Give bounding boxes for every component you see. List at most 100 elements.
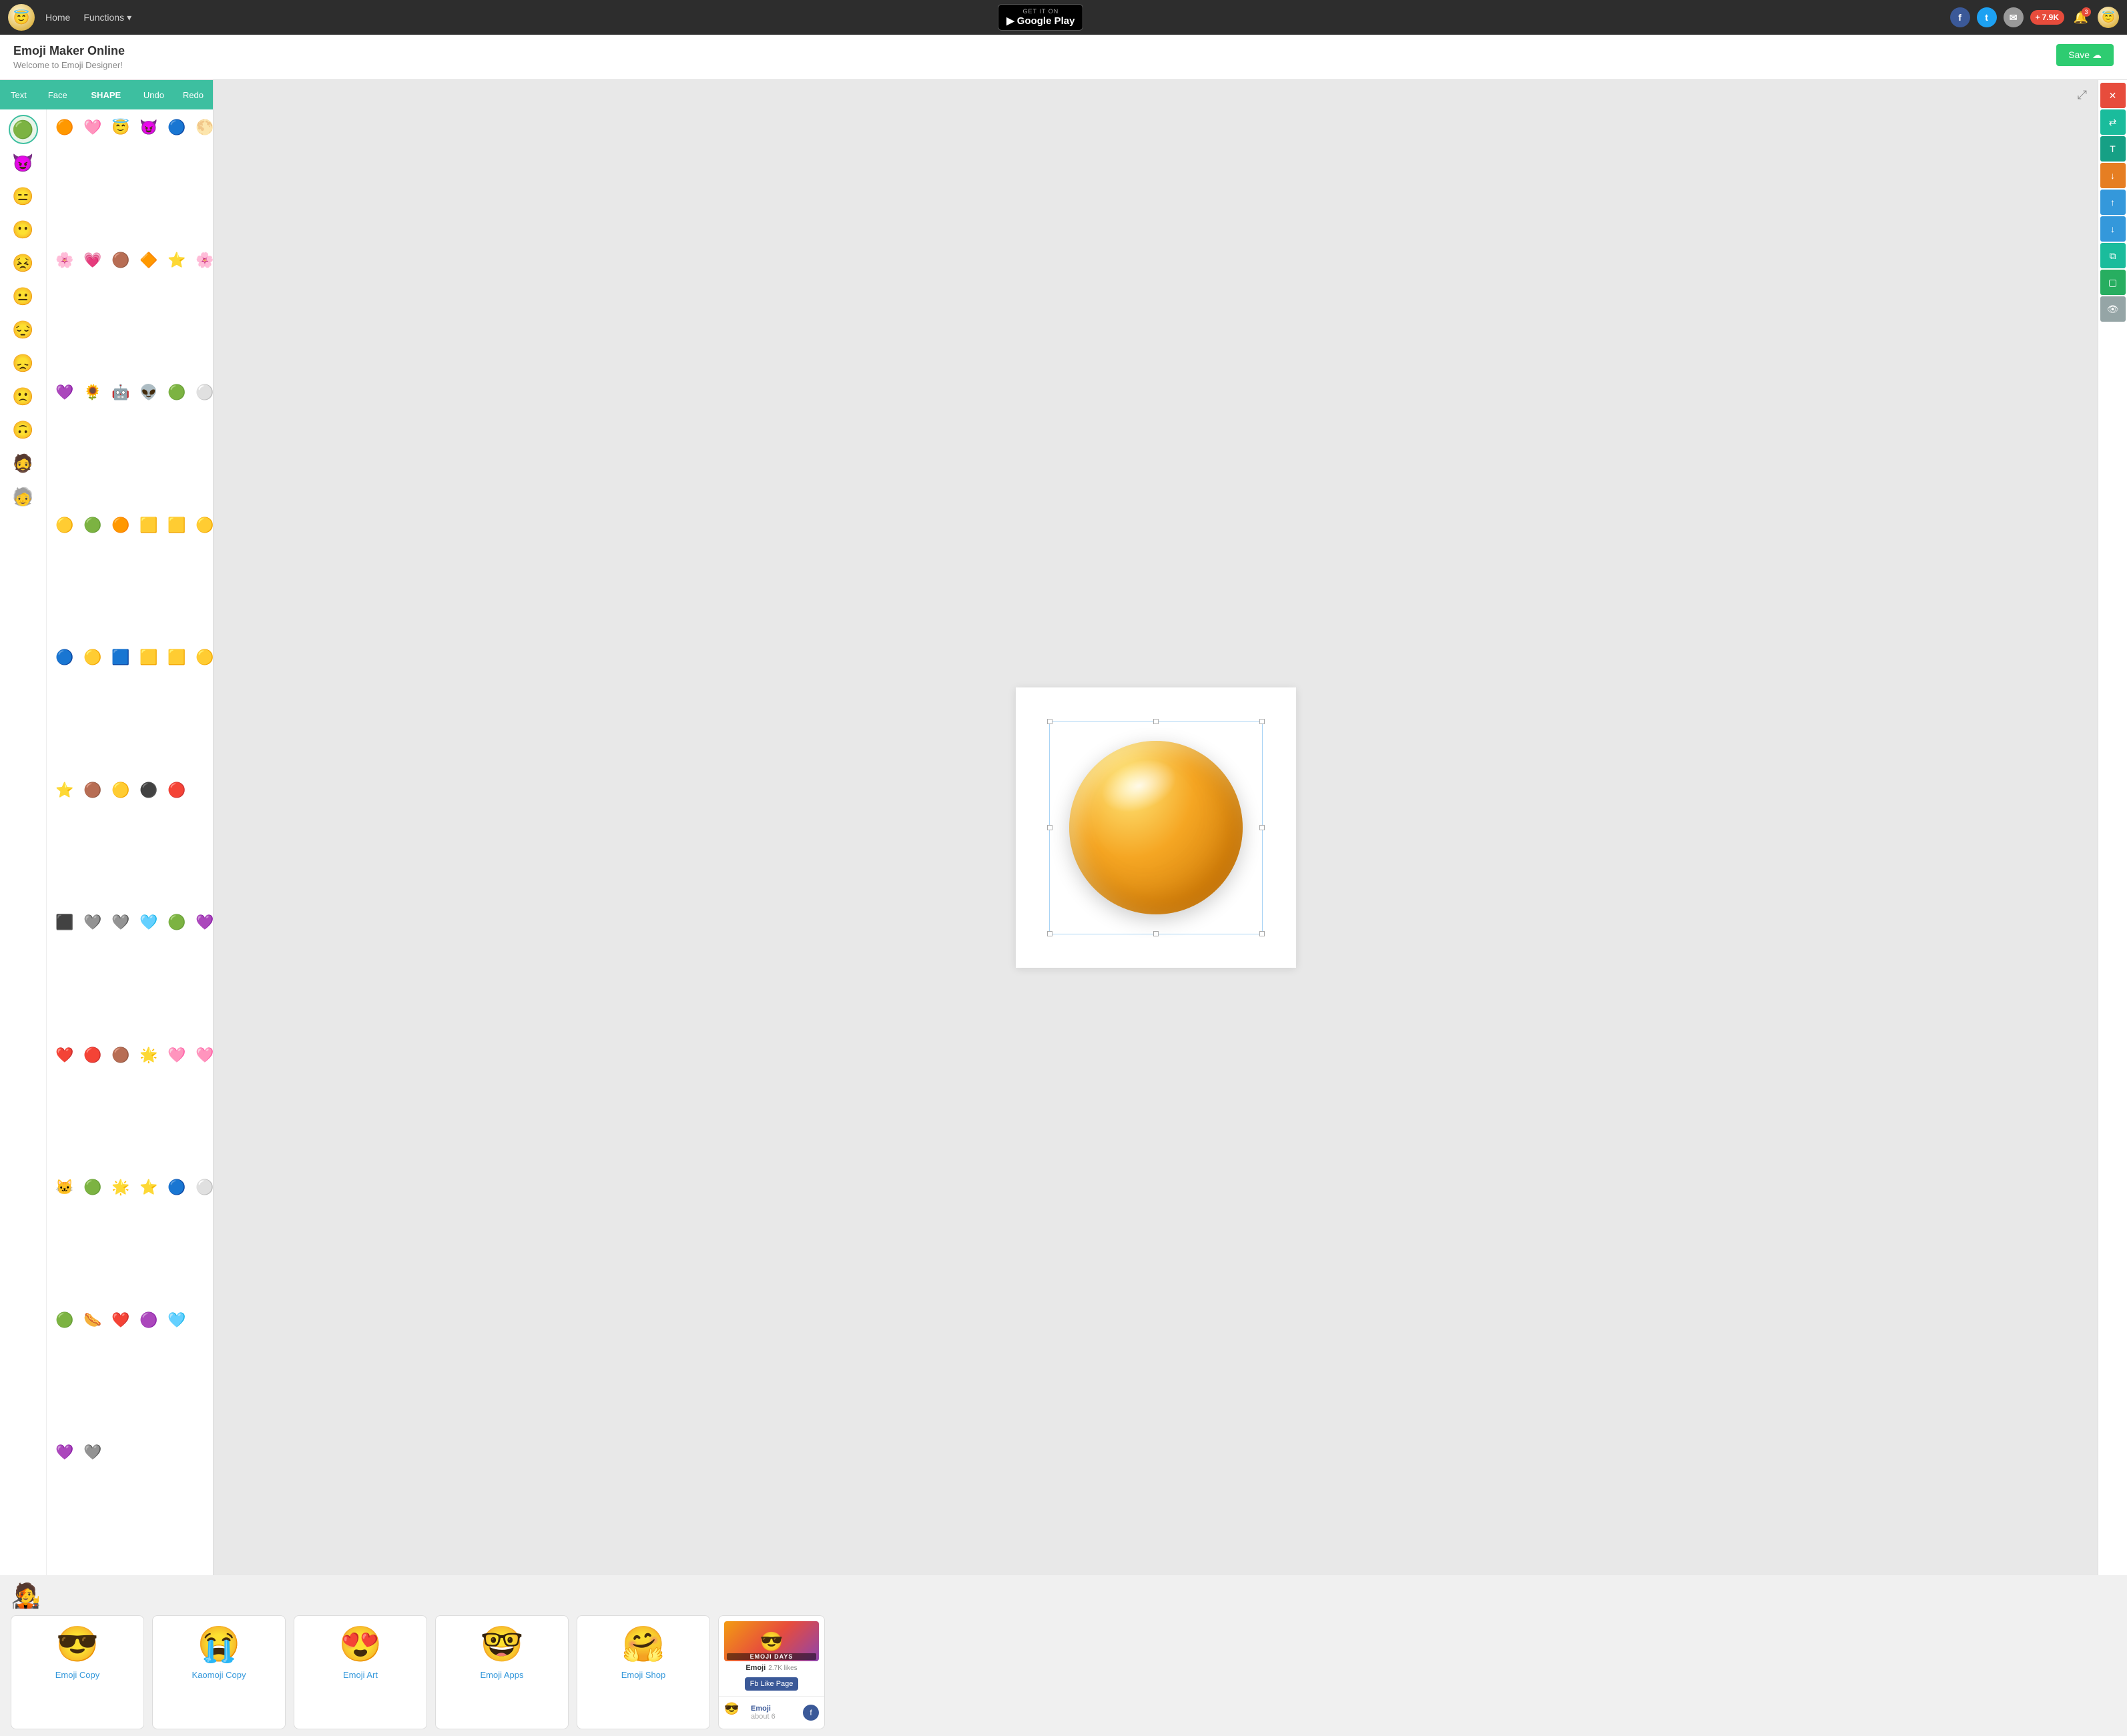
card-emoji-copy[interactable]: 😎 Emoji Copy bbox=[11, 1615, 144, 1729]
shape-item[interactable]: 🟠 bbox=[52, 115, 77, 140]
shape-item[interactable]: ⚪ bbox=[192, 380, 213, 405]
shape-item[interactable]: 🟠 bbox=[108, 513, 133, 538]
shape-item[interactable]: 🟡 bbox=[52, 513, 77, 538]
google-play-badge[interactable]: GET IT ON ▶ Google Play bbox=[998, 4, 1083, 31]
shape-item[interactable] bbox=[192, 1308, 213, 1333]
notifications-button[interactable]: 🔔 3 bbox=[2071, 7, 2091, 27]
facebook-button[interactable]: f bbox=[1950, 7, 1970, 27]
home-link[interactable]: Home bbox=[45, 12, 70, 23]
fb-like-page-button[interactable]: Fb Like Page bbox=[745, 1677, 799, 1691]
shape-item[interactable]: 🟢 bbox=[80, 513, 105, 538]
shape-item[interactable]: ⭐ bbox=[136, 1175, 162, 1200]
face-item[interactable]: 🧓 bbox=[9, 482, 38, 511]
tool-bring-down[interactable]: ↓ bbox=[2100, 163, 2126, 188]
shape-item[interactable]: 🌸 bbox=[52, 248, 77, 273]
shape-item[interactable]: 🟤 bbox=[108, 1043, 133, 1068]
shape-item[interactable]: 🟢 bbox=[164, 380, 190, 405]
shape-item[interactable]: 🟢 bbox=[80, 1175, 105, 1200]
fb-share-button[interactable]: f bbox=[803, 1705, 819, 1721]
shape-item[interactable]: 🤖 bbox=[108, 380, 133, 405]
shape-item[interactable]: 🟡 bbox=[80, 645, 105, 670]
shape-item[interactable]: 🩷 bbox=[192, 1043, 213, 1068]
shape-item[interactable]: 🩶 bbox=[108, 910, 133, 935]
handle-bottom-right[interactable] bbox=[1259, 931, 1265, 936]
face-item[interactable]: 🟢 bbox=[9, 115, 38, 144]
handle-top-mid[interactable] bbox=[1153, 719, 1159, 724]
shape-item[interactable]: 🟨 bbox=[164, 645, 190, 670]
face-item[interactable]: 😣 bbox=[9, 248, 38, 278]
canvas-emoji[interactable] bbox=[1069, 741, 1243, 914]
face-item[interactable]: 😐 bbox=[9, 282, 38, 311]
shape-item[interactable]: 🩵 bbox=[164, 1308, 190, 1333]
tab-undo[interactable]: Undo bbox=[134, 82, 174, 108]
shape-item[interactable]: 🩷 bbox=[80, 115, 105, 140]
handle-top-left[interactable] bbox=[1047, 719, 1052, 724]
shape-item[interactable]: 🌻 bbox=[80, 380, 105, 405]
shape-item[interactable]: 🩶 bbox=[80, 1440, 105, 1465]
handle-bottom-left[interactable] bbox=[1047, 931, 1052, 936]
card-emoji-shop[interactable]: 🤗 Emoji Shop bbox=[577, 1615, 710, 1729]
shape-item[interactable]: 🔵 bbox=[164, 1175, 190, 1200]
shape-item[interactable]: 🌸 bbox=[192, 248, 213, 273]
shape-item[interactable]: 🔵 bbox=[164, 115, 190, 140]
shape-item[interactable]: 🟨 bbox=[136, 645, 162, 670]
save-button[interactable]: Save ☁ bbox=[2056, 44, 2114, 66]
shape-item[interactable]: 🟡 bbox=[192, 645, 213, 670]
shape-item[interactable]: 🟤 bbox=[80, 778, 105, 803]
shape-item[interactable]: 🩵 bbox=[136, 910, 162, 935]
shape-item[interactable]: 💜 bbox=[52, 380, 77, 405]
tool-copy[interactable]: ⧉ bbox=[2100, 243, 2126, 268]
face-item[interactable]: 😑 bbox=[9, 182, 38, 211]
face-item[interactable]: 😶 bbox=[9, 215, 38, 244]
shape-item[interactable]: 🔴 bbox=[80, 1043, 105, 1068]
shape-item[interactable]: 🩷 bbox=[164, 1043, 190, 1068]
shape-item[interactable]: 🟢 bbox=[164, 910, 190, 935]
shape-item[interactable]: 💜 bbox=[52, 1440, 77, 1465]
shape-item[interactable]: 🌟 bbox=[108, 1175, 133, 1200]
user-avatar[interactable]: 😇 bbox=[2098, 7, 2119, 28]
card-emoji-art[interactable]: 😍 Emoji Art bbox=[294, 1615, 427, 1729]
shape-item[interactable]: ⭐ bbox=[164, 248, 190, 273]
functions-dropdown[interactable]: Functions ▾ bbox=[83, 12, 131, 23]
shape-item[interactable]: 🟤 bbox=[108, 248, 133, 273]
card-emoji-apps[interactable]: 🤓 Emoji Apps bbox=[435, 1615, 569, 1729]
handle-mid-right[interactable] bbox=[1259, 825, 1265, 830]
shape-item[interactable]: 🟣 bbox=[136, 1308, 162, 1333]
tool-flip[interactable]: ⇄ bbox=[2100, 109, 2126, 135]
face-item[interactable]: 🧔 bbox=[9, 449, 38, 478]
tab-redo[interactable]: Redo bbox=[174, 82, 213, 108]
shape-item[interactable]: 👽 bbox=[136, 380, 162, 405]
canvas-workspace[interactable] bbox=[1016, 687, 1296, 968]
shape-item[interactable] bbox=[192, 778, 213, 803]
card-kaomoji-copy[interactable]: 😭 Kaomoji Copy bbox=[152, 1615, 286, 1729]
shape-item[interactable]: 😈 bbox=[136, 115, 162, 140]
tool-hide[interactable]: 👁 bbox=[2100, 296, 2126, 322]
tool-send-down[interactable]: ↓ bbox=[2100, 216, 2126, 242]
shape-item[interactable]: 🟨 bbox=[136, 513, 162, 538]
shape-item[interactable]: 🐱 bbox=[52, 1175, 77, 1200]
shape-item[interactable]: 🟢 bbox=[52, 1308, 77, 1333]
shape-item[interactable]: 🌭 bbox=[80, 1308, 105, 1333]
tab-face[interactable]: Face bbox=[37, 82, 78, 108]
shape-item[interactable]: 🟡 bbox=[192, 513, 213, 538]
shape-item[interactable]: ⚫ bbox=[136, 778, 162, 803]
tab-shape[interactable]: SHAPE bbox=[78, 82, 134, 108]
shape-item[interactable]: 🟡 bbox=[108, 778, 133, 803]
face-item[interactable]: 😔 bbox=[9, 315, 38, 344]
shape-item[interactable]: 🩶 bbox=[80, 910, 105, 935]
shape-item[interactable]: ❤️ bbox=[108, 1308, 133, 1333]
shape-item[interactable]: 🌕 bbox=[192, 115, 213, 140]
expand-icon[interactable]: ⤢ bbox=[2078, 88, 2087, 102]
handle-bottom-mid[interactable] bbox=[1153, 931, 1159, 936]
likes-button[interactable]: + 7.9K bbox=[2030, 10, 2064, 25]
shape-item[interactable]: ⬛ bbox=[52, 910, 77, 935]
tool-close[interactable]: ✕ bbox=[2100, 83, 2126, 108]
shape-item[interactable]: 🔶 bbox=[136, 248, 162, 273]
tab-text[interactable]: Text bbox=[0, 82, 37, 108]
email-button[interactable]: ✉ bbox=[2004, 7, 2024, 27]
face-item[interactable]: 😞 bbox=[9, 348, 38, 378]
shape-item[interactable]: 🟨 bbox=[164, 513, 190, 538]
shape-item[interactable]: 💗 bbox=[80, 248, 105, 273]
twitter-button[interactable]: t bbox=[1977, 7, 1997, 27]
shape-item[interactable]: ❤️ bbox=[52, 1043, 77, 1068]
